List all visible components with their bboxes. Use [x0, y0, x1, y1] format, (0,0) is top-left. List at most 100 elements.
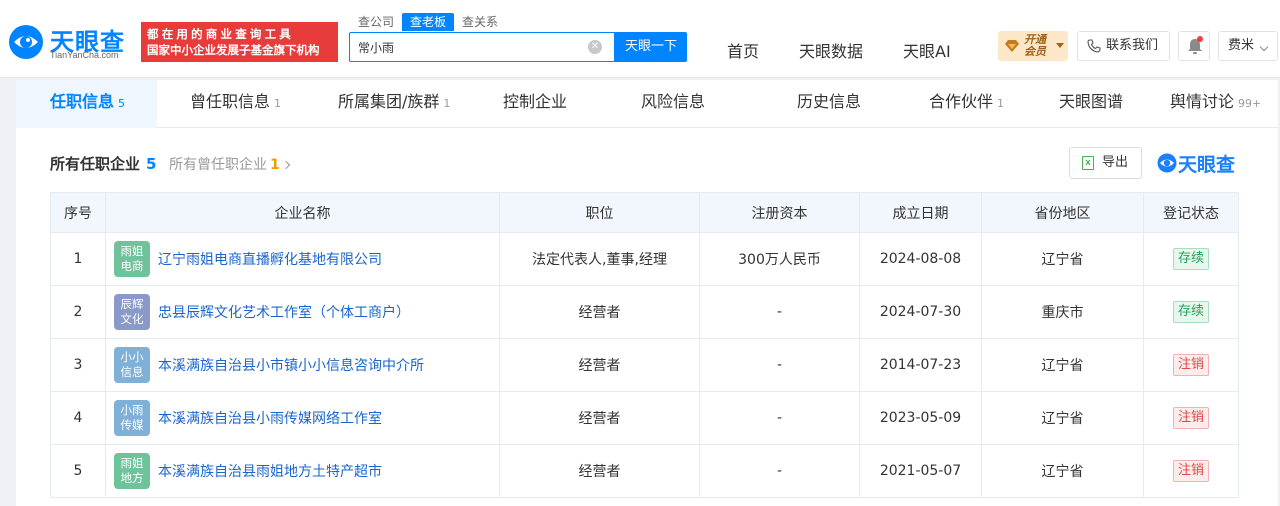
search-input[interactable]	[350, 33, 580, 61]
row-region: 重庆市	[981, 285, 1144, 339]
vip-button[interactable]: 开通 会员	[998, 31, 1068, 61]
tab-group[interactable]: 所属集团/族群 1	[338, 80, 450, 128]
notification-button[interactable]	[1178, 31, 1210, 61]
status-badge: 存续	[1172, 248, 1209, 270]
table-row: 1 雨姐 电商 辽宁雨姐电商直播孵化基地有限公司 法定代表人,董事,经理 300万人民币 2…	[50, 232, 1239, 286]
diamond-icon	[1005, 40, 1019, 52]
table-row: 4 小雨 传媒 本溪满族自治县小雨传媒网络工作室 经营者 -2023-05-09 辽宁省 注销	[50, 391, 1239, 445]
search-tab-relation[interactable]: 查关系	[454, 13, 506, 31]
row-no: 5	[50, 444, 106, 498]
slogan-line-2: 国家中小企业发展子基金旗下机构	[147, 43, 320, 57]
col-header-no: 序号	[50, 192, 106, 233]
company-avatar[interactable]: 雨姐 地方	[114, 453, 150, 489]
row-region: 辽宁省	[981, 338, 1144, 392]
company-link[interactable]: 本溪满族自治县小雨传媒网络工作室	[158, 408, 382, 428]
company-link[interactable]: 辽宁雨姐电商直播孵化基地有限公司	[158, 249, 382, 269]
table-header-row: 序号 企业名称 职位 注册资本 成立日期 省份地区 登记状态	[50, 192, 1239, 233]
col-header-capital: 注册资本	[699, 192, 860, 233]
contact-button[interactable]: 联系我们	[1077, 31, 1170, 61]
phone-icon	[1087, 39, 1101, 53]
tab-positions[interactable]: 任职信息 5	[16, 80, 158, 128]
tab-history[interactable]: 历史信息	[797, 80, 861, 128]
row-position: 经营者	[499, 338, 700, 392]
search-button[interactable]: 天眼一下	[615, 32, 687, 62]
excel-icon: X	[1082, 156, 1094, 170]
row-region: 辽宁省	[981, 444, 1144, 498]
company-link[interactable]: 忠县辰辉文化艺术工作室（个体工商户）	[158, 302, 410, 322]
row-no: 4	[50, 391, 106, 445]
slogan-line-1: 都在用的商业查询工具	[147, 27, 294, 41]
former-positions-link[interactable]: 所有曾任职企业 1	[169, 154, 290, 174]
logo-eye-icon	[9, 25, 43, 59]
company-avatar[interactable]: 雨姐 电商	[114, 241, 150, 277]
clear-icon[interactable]: ✕	[588, 40, 602, 54]
user-name: 费米	[1228, 38, 1255, 53]
positions-table: 序号 企业名称 职位 注册资本 成立日期 省份地区 登记状态 1 雨姐 电商 辽宁雨姐…	[50, 192, 1239, 498]
vip-label: 开通 会员	[1024, 33, 1046, 58]
user-menu[interactable]: 费米	[1218, 31, 1278, 61]
row-no: 1	[50, 232, 106, 286]
row-date: 2024-08-08	[859, 232, 982, 286]
row-region: 辽宁省	[981, 232, 1144, 286]
row-no: 2	[50, 285, 106, 339]
row-status: 存续	[1143, 232, 1239, 286]
company-avatar[interactable]: 辰辉 文化	[114, 294, 150, 330]
table-row: 2 辰辉 文化 忠县辰辉文化艺术工作室（个体工商户） 经营者 -2024-07-30 重庆市…	[50, 285, 1239, 339]
tab-risk[interactable]: 风险信息	[641, 80, 705, 128]
company-link[interactable]: 本溪满族自治县小市镇小小信息咨询中介所	[158, 355, 424, 375]
notification-dot	[1197, 36, 1203, 42]
chevron-down-icon	[1259, 42, 1269, 52]
search-type-tabs: 查公司 查老板 查关系	[350, 13, 506, 31]
row-capital: -	[699, 338, 860, 392]
nav-home[interactable]: 首页	[727, 38, 759, 62]
status-badge: 注销	[1172, 460, 1209, 482]
row-capital: -	[699, 444, 860, 498]
company-link[interactable]: 本溪满族自治县雨姐地方土特产超市	[158, 461, 382, 481]
company-avatar[interactable]: 小雨 传媒	[114, 400, 150, 436]
row-status: 注销	[1143, 338, 1239, 392]
row-position: 经营者	[499, 444, 700, 498]
col-header-status: 登记状态	[1143, 192, 1239, 233]
row-date: 2023-05-09	[859, 391, 982, 445]
nav-ai[interactable]: 天眼AI	[903, 38, 951, 62]
top-header: 天眼查 TianYanCha.com 都在用的商业查询工具 国家中小企业发展子基…	[0, 0, 1280, 78]
chevron-right-icon	[281, 160, 290, 170]
logo-eye-icon	[1157, 153, 1177, 173]
tab-controlled[interactable]: 控制企业	[503, 80, 567, 128]
row-status: 注销	[1143, 391, 1239, 445]
row-company: 雨姐 地方 本溪满族自治县雨姐地方土特产超市	[105, 444, 500, 498]
col-header-region: 省份地区	[981, 192, 1144, 233]
detail-tabs: 任职信息 5 曾任职信息 1 所属集团/族群 1 控制企业 风险信息 历史信息 合作伙…	[16, 80, 1278, 128]
search-box: ✕	[349, 32, 615, 62]
tab-partners[interactable]: 合作伙伴 1	[929, 80, 1004, 128]
section-title: 所有任职企业 5	[50, 155, 157, 173]
search-tab-company[interactable]: 查公司	[350, 13, 402, 31]
table-row: 3 小小 信息 本溪满族自治县小市镇小小信息咨询中介所 经营者 -2014-07-23 辽宁…	[50, 338, 1239, 392]
export-label: 导出	[1102, 155, 1129, 170]
table-row: 5 雨姐 地方 本溪满族自治县雨姐地方土特产超市 经营者 -2021-05-07 辽宁省 注销	[50, 444, 1239, 498]
status-badge: 注销	[1172, 407, 1209, 429]
status-badge: 存续	[1172, 301, 1209, 323]
col-header-position: 职位	[499, 192, 700, 233]
company-avatar[interactable]: 小小 信息	[114, 347, 150, 383]
main-card: 任职信息 5 曾任职信息 1 所属集团/族群 1 控制企业 风险信息 历史信息 合作伙…	[16, 80, 1278, 506]
row-company: 小雨 传媒 本溪满族自治县小雨传媒网络工作室	[105, 391, 500, 445]
nav-data[interactable]: 天眼数据	[799, 38, 863, 62]
contact-label: 联系我们	[1106, 38, 1159, 53]
row-company: 小小 信息 本溪满族自治县小市镇小小信息咨询中介所	[105, 338, 500, 392]
row-company: 雨姐 电商 辽宁雨姐电商直播孵化基地有限公司	[105, 232, 500, 286]
export-button[interactable]: X 导出	[1069, 147, 1142, 179]
logo-domain: TianYanCha.com	[50, 50, 119, 60]
row-status: 注销	[1143, 444, 1239, 498]
col-header-company: 企业名称	[105, 192, 500, 233]
tab-discussion[interactable]: 舆情讨论 99+	[1170, 80, 1261, 128]
logo[interactable]: 天眼查 TianYanCha.com	[8, 22, 136, 62]
row-position: 经营者	[499, 285, 700, 339]
row-capital: -	[699, 285, 860, 339]
row-capital: 300万人民币	[699, 232, 860, 286]
row-date: 2014-07-23	[859, 338, 982, 392]
chevron-down-icon	[1056, 43, 1064, 48]
tab-former-positions[interactable]: 曾任职信息 1	[190, 80, 281, 128]
tab-graph[interactable]: 天眼图谱	[1059, 80, 1123, 128]
search-tab-boss[interactable]: 查老板	[402, 13, 455, 31]
